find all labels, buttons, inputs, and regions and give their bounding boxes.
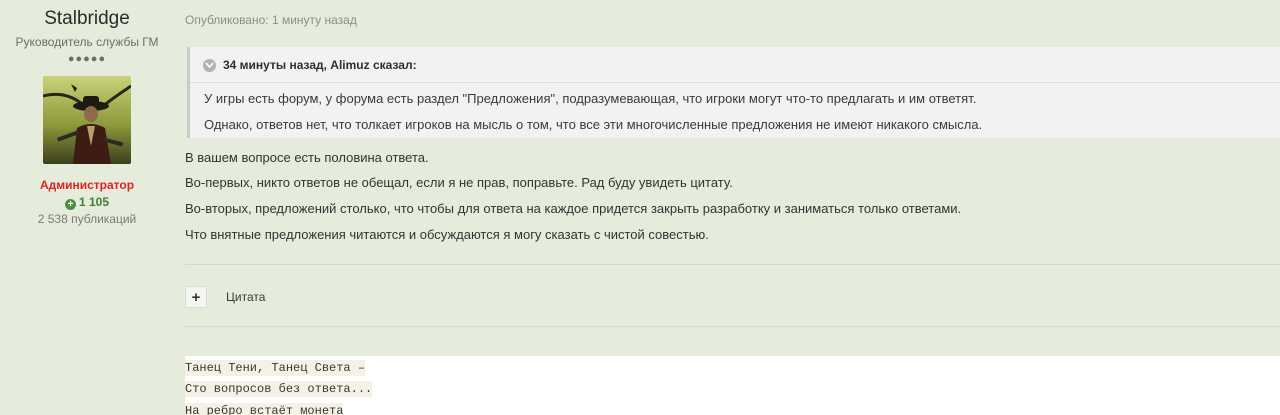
post-meta[interactable]: Опубликовано: 1 минуту назад bbox=[185, 13, 357, 27]
quote-line: У игры есть форум, у форума есть раздел … bbox=[204, 91, 977, 106]
quote-block: 34 минуты назад, Alimuz сказал: У игры е… bbox=[187, 47, 1280, 138]
quote-header-text: 34 минуты назад, Alimuz сказал: bbox=[223, 58, 417, 72]
quote-button-label[interactable]: Цитата bbox=[226, 290, 265, 304]
post-text-line: Во-первых, никто ответов не обещал, если… bbox=[185, 175, 733, 190]
divider bbox=[185, 326, 1280, 327]
signature-line: Сто вопросов без ответа... bbox=[185, 381, 373, 397]
rank-dots: ●●●●● bbox=[67, 53, 107, 65]
signature-line: На ребро встаёт монета bbox=[185, 403, 344, 415]
reputation-value: 1 105 bbox=[78, 195, 110, 209]
post-text-line: Во-вторых, предложений столько, что чтоб… bbox=[185, 201, 962, 216]
divider bbox=[185, 264, 1280, 265]
chevron-down-icon[interactable] bbox=[203, 58, 216, 72]
signature: Танец Тени, Танец Света – Сто вопросов б… bbox=[185, 356, 1280, 415]
forum-post: Stalbridge Руководитель службы ГМ ●●●●● bbox=[0, 0, 1280, 415]
quote-button[interactable]: + Цитата bbox=[185, 286, 265, 308]
quote-divider bbox=[190, 82, 1280, 83]
reputation-plus-icon: + bbox=[64, 199, 76, 210]
quote-header[interactable]: 34 минуты назад, Alimuz сказал: bbox=[203, 58, 417, 72]
plus-icon[interactable]: + bbox=[185, 286, 207, 308]
author-name[interactable]: Stalbridge bbox=[0, 8, 174, 30]
author-group: Администратор bbox=[39, 178, 135, 192]
author-title: Руководитель службы ГМ bbox=[15, 35, 159, 49]
post-text-line: В вашем вопросе есть половина ответа. bbox=[185, 150, 429, 165]
avatar[interactable] bbox=[43, 76, 131, 164]
author-panel: Stalbridge Руководитель службы ГМ ●●●●● bbox=[0, 0, 174, 227]
post-text-line: Что внятные предложения читаются и обсуж… bbox=[185, 227, 709, 242]
quote-line: Однако, ответов нет, что толкает игроков… bbox=[204, 117, 983, 132]
author-reputation: +1 105 bbox=[0, 195, 174, 210]
signature-line: Танец Тени, Танец Света – bbox=[185, 360, 366, 376]
author-post-count: 2 538 публикаций bbox=[37, 212, 137, 226]
